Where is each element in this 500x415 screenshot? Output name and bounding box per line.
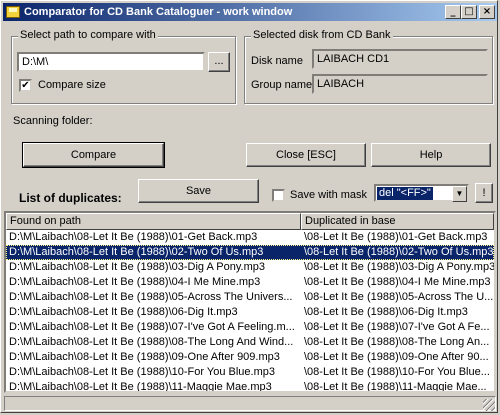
disk-name-label: Disk name — [251, 55, 303, 67]
cell-duplicated-in-base: \08-Let It Be (1988)\05-Across The U... — [304, 291, 494, 303]
compare-size-label: Compare size — [38, 79, 106, 91]
compare-size-checkbox[interactable]: ✔ — [19, 79, 32, 92]
table-row[interactable]: D:\M\Laibach\08-Let It Be (1988)\11-Magg… — [6, 380, 494, 393]
cell-duplicated-in-base: \08-Let It Be (1988)\07-I've Got A Fe... — [304, 321, 490, 333]
scanning-folder-label: Scanning folder: — [13, 115, 93, 127]
cell-duplicated-in-base: \08-Let It Be (1988)\06-Dig It.mp3 — [304, 306, 468, 318]
close-button[interactable]: Close [ESC] — [246, 143, 366, 167]
cell-found-on-path: D:\M\Laibach\08-Let It Be (1988)\03-Dig … — [9, 261, 265, 273]
title-bar-buttons: _ □ × — [445, 5, 495, 19]
title-bar[interactable]: Comparator for CD Bank Cataloguer - work… — [3, 3, 497, 21]
save-with-mask-checkbox[interactable] — [272, 189, 285, 202]
table-row[interactable]: D:\M\Laibach\08-Let It Be (1988)\04-I Me… — [6, 275, 494, 290]
status-bar — [4, 396, 496, 412]
mask-value: del "<FF>" — [377, 187, 433, 200]
main-window: Comparator for CD Bank Cataloguer - work… — [0, 0, 498, 413]
disk-group-title: Selected disk from CD Bank — [251, 29, 393, 41]
path-group-title: Select path to compare with — [18, 29, 158, 41]
path-groupbox: Select path to compare with D:\M\ ... ✔ … — [11, 29, 236, 104]
cell-duplicated-in-base: \08-Let It Be (1988)\08-The Long An... — [304, 336, 490, 348]
cell-found-on-path: D:\M\Laibach\08-Let It Be (1988)\06-Dig … — [9, 306, 238, 318]
cell-duplicated-in-base: \08-Let It Be (1988)\09-One After 90... — [304, 351, 489, 363]
disk-name-field: LAIBACH CD1 — [312, 49, 488, 69]
cell-duplicated-in-base: \08-Let It Be (1988)\04-I Me Mine.mp3 — [304, 276, 491, 288]
save-button[interactable]: Save — [138, 179, 259, 203]
column-header-duplicated-in-base[interactable]: Duplicated in base — [301, 213, 494, 230]
group-name-label: Group name — [251, 79, 313, 91]
compare-button[interactable]: Compare — [22, 142, 165, 168]
exclaim-button[interactable]: ! — [475, 183, 493, 203]
cell-found-on-path: D:\M\Laibach\08-Let It Be (1988)\01-Get … — [9, 231, 258, 243]
cell-found-on-path: D:\M\Laibach\08-Let It Be (1988)\11-Magg… — [9, 381, 272, 393]
group-name-field: LAIBACH — [312, 74, 488, 94]
duplicates-list[interactable]: Found on path Duplicated in base D:\M\La… — [4, 211, 496, 393]
table-row[interactable]: D:\M\Laibach\08-Let It Be (1988)\08-The … — [6, 335, 494, 350]
cell-found-on-path: D:\M\Laibach\08-Let It Be (1988)\08-The … — [9, 336, 294, 348]
column-header-found-on-path[interactable]: Found on path — [6, 213, 301, 230]
close-window-button[interactable]: × — [479, 5, 495, 19]
cell-duplicated-in-base: \08-Let It Be (1988)\03-Dig A Pony.mp3 — [304, 261, 494, 273]
table-row[interactable]: D:\M\Laibach\08-Let It Be (1988)\02-Two … — [6, 245, 494, 260]
window-title: Comparator for CD Bank Cataloguer - work… — [24, 6, 293, 18]
table-row[interactable]: D:\M\Laibach\08-Let It Be (1988)\06-Dig … — [6, 305, 494, 320]
list-rows: D:\M\Laibach\08-Let It Be (1988)\01-Get … — [6, 230, 494, 393]
cell-found-on-path: D:\M\Laibach\08-Let It Be (1988)\10-For … — [9, 366, 275, 378]
table-row[interactable]: D:\M\Laibach\08-Let It Be (1988)\09-One … — [6, 350, 494, 365]
cell-found-on-path: D:\M\Laibach\08-Let It Be (1988)\07-I've… — [9, 321, 295, 333]
cell-found-on-path: D:\M\Laibach\08-Let It Be (1988)\05-Acro… — [9, 291, 293, 303]
save-with-mask-label: Save with mask — [290, 189, 368, 201]
table-row[interactable]: D:\M\Laibach\08-Let It Be (1988)\07-I've… — [6, 320, 494, 335]
chevron-down-icon[interactable]: ▼ — [452, 186, 467, 202]
minimize-button[interactable]: _ — [445, 5, 461, 19]
table-row[interactable]: D:\M\Laibach\08-Let It Be (1988)\05-Acro… — [6, 290, 494, 305]
table-row[interactable]: D:\M\Laibach\08-Let It Be (1988)\01-Get … — [6, 230, 494, 245]
list-header: Found on path Duplicated in base — [6, 213, 494, 230]
cell-duplicated-in-base: \08-Let It Be (1988)\02-Two Of Us.mp3 — [304, 246, 494, 258]
maximize-button[interactable]: □ — [461, 5, 477, 19]
path-input[interactable]: D:\M\ — [17, 52, 205, 72]
disk-groupbox: Selected disk from CD Bank Disk name LAI… — [244, 29, 493, 104]
table-row[interactable]: D:\M\Laibach\08-Let It Be (1988)\10-For … — [6, 365, 494, 380]
resize-grip-icon[interactable] — [483, 399, 495, 411]
mask-select[interactable]: del "<FF>" ▼ — [374, 184, 469, 202]
help-button[interactable]: Help — [371, 143, 491, 167]
status-panel — [4, 396, 496, 411]
cell-duplicated-in-base: \08-Let It Be (1988)\11-Maggie Mae... — [304, 381, 487, 393]
duplicates-label: List of duplicates: — [19, 191, 122, 205]
cell-found-on-path: D:\M\Laibach\08-Let It Be (1988)\02-Two … — [9, 246, 264, 258]
cell-found-on-path: D:\M\Laibach\08-Let It Be (1988)\04-I Me… — [9, 276, 261, 288]
cell-duplicated-in-base: \08-Let It Be (1988)\01-Get Back.mp3 — [304, 231, 488, 243]
browse-button[interactable]: ... — [208, 52, 230, 72]
app-icon — [6, 6, 20, 18]
cell-duplicated-in-base: \08-Let It Be (1988)\10-For You Blue... — [304, 366, 490, 378]
table-row[interactable]: D:\M\Laibach\08-Let It Be (1988)\03-Dig … — [6, 260, 494, 275]
cell-found-on-path: D:\M\Laibach\08-Let It Be (1988)\09-One … — [9, 351, 280, 363]
